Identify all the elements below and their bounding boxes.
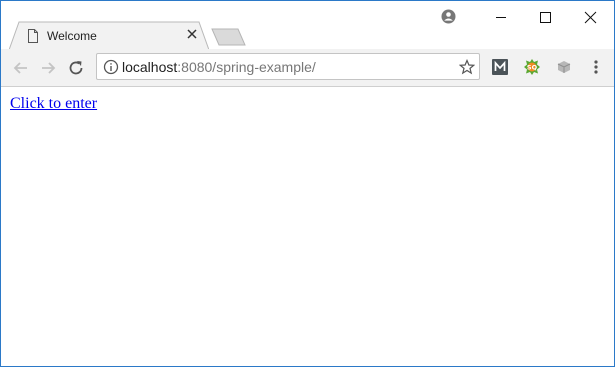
tab-title: Welcome <box>47 29 97 43</box>
reload-icon[interactable] <box>66 58 86 78</box>
address-path: :8080/spring-example/ <box>177 59 316 75</box>
window-close-icon[interactable] <box>571 5 611 29</box>
m-extension-icon[interactable] <box>491 58 509 76</box>
forward-arrow-icon[interactable] <box>38 58 58 78</box>
browser-window: Welcome localhost:8080/spring-example/ S… <box>0 0 615 367</box>
more-vertical-icon[interactable] <box>587 58 605 76</box>
address-host: localhost <box>122 59 178 75</box>
svg-text:SQ: SQ <box>527 64 538 72</box>
new-tab-button[interactable] <box>211 28 247 46</box>
back-arrow-icon[interactable] <box>11 58 31 78</box>
tab-welcome[interactable]: Welcome <box>9 21 209 50</box>
enter-link[interactable]: Click to enter <box>10 95 97 113</box>
sq-extension-icon[interactable]: SQ <box>523 58 541 76</box>
info-icon[interactable] <box>103 59 119 75</box>
browser-toolbar: localhost:8080/spring-example/ SQ <box>1 49 614 87</box>
document-icon <box>28 29 38 43</box>
address-bar[interactable]: localhost:8080/spring-example/ <box>96 53 480 80</box>
address-url: localhost:8080/spring-example/ <box>122 59 316 75</box>
page-content: Click to enter <box>1 87 614 366</box>
tab-close-icon[interactable] <box>185 27 199 41</box>
star-icon[interactable] <box>459 59 475 75</box>
gray-extension-icon[interactable] <box>555 58 573 76</box>
maximize-icon[interactable] <box>526 5 566 29</box>
title-bar: Welcome <box>1 1 614 50</box>
minimize-icon[interactable] <box>481 5 521 29</box>
profile-icon[interactable] <box>441 9 456 24</box>
tab-shape <box>9 21 209 50</box>
